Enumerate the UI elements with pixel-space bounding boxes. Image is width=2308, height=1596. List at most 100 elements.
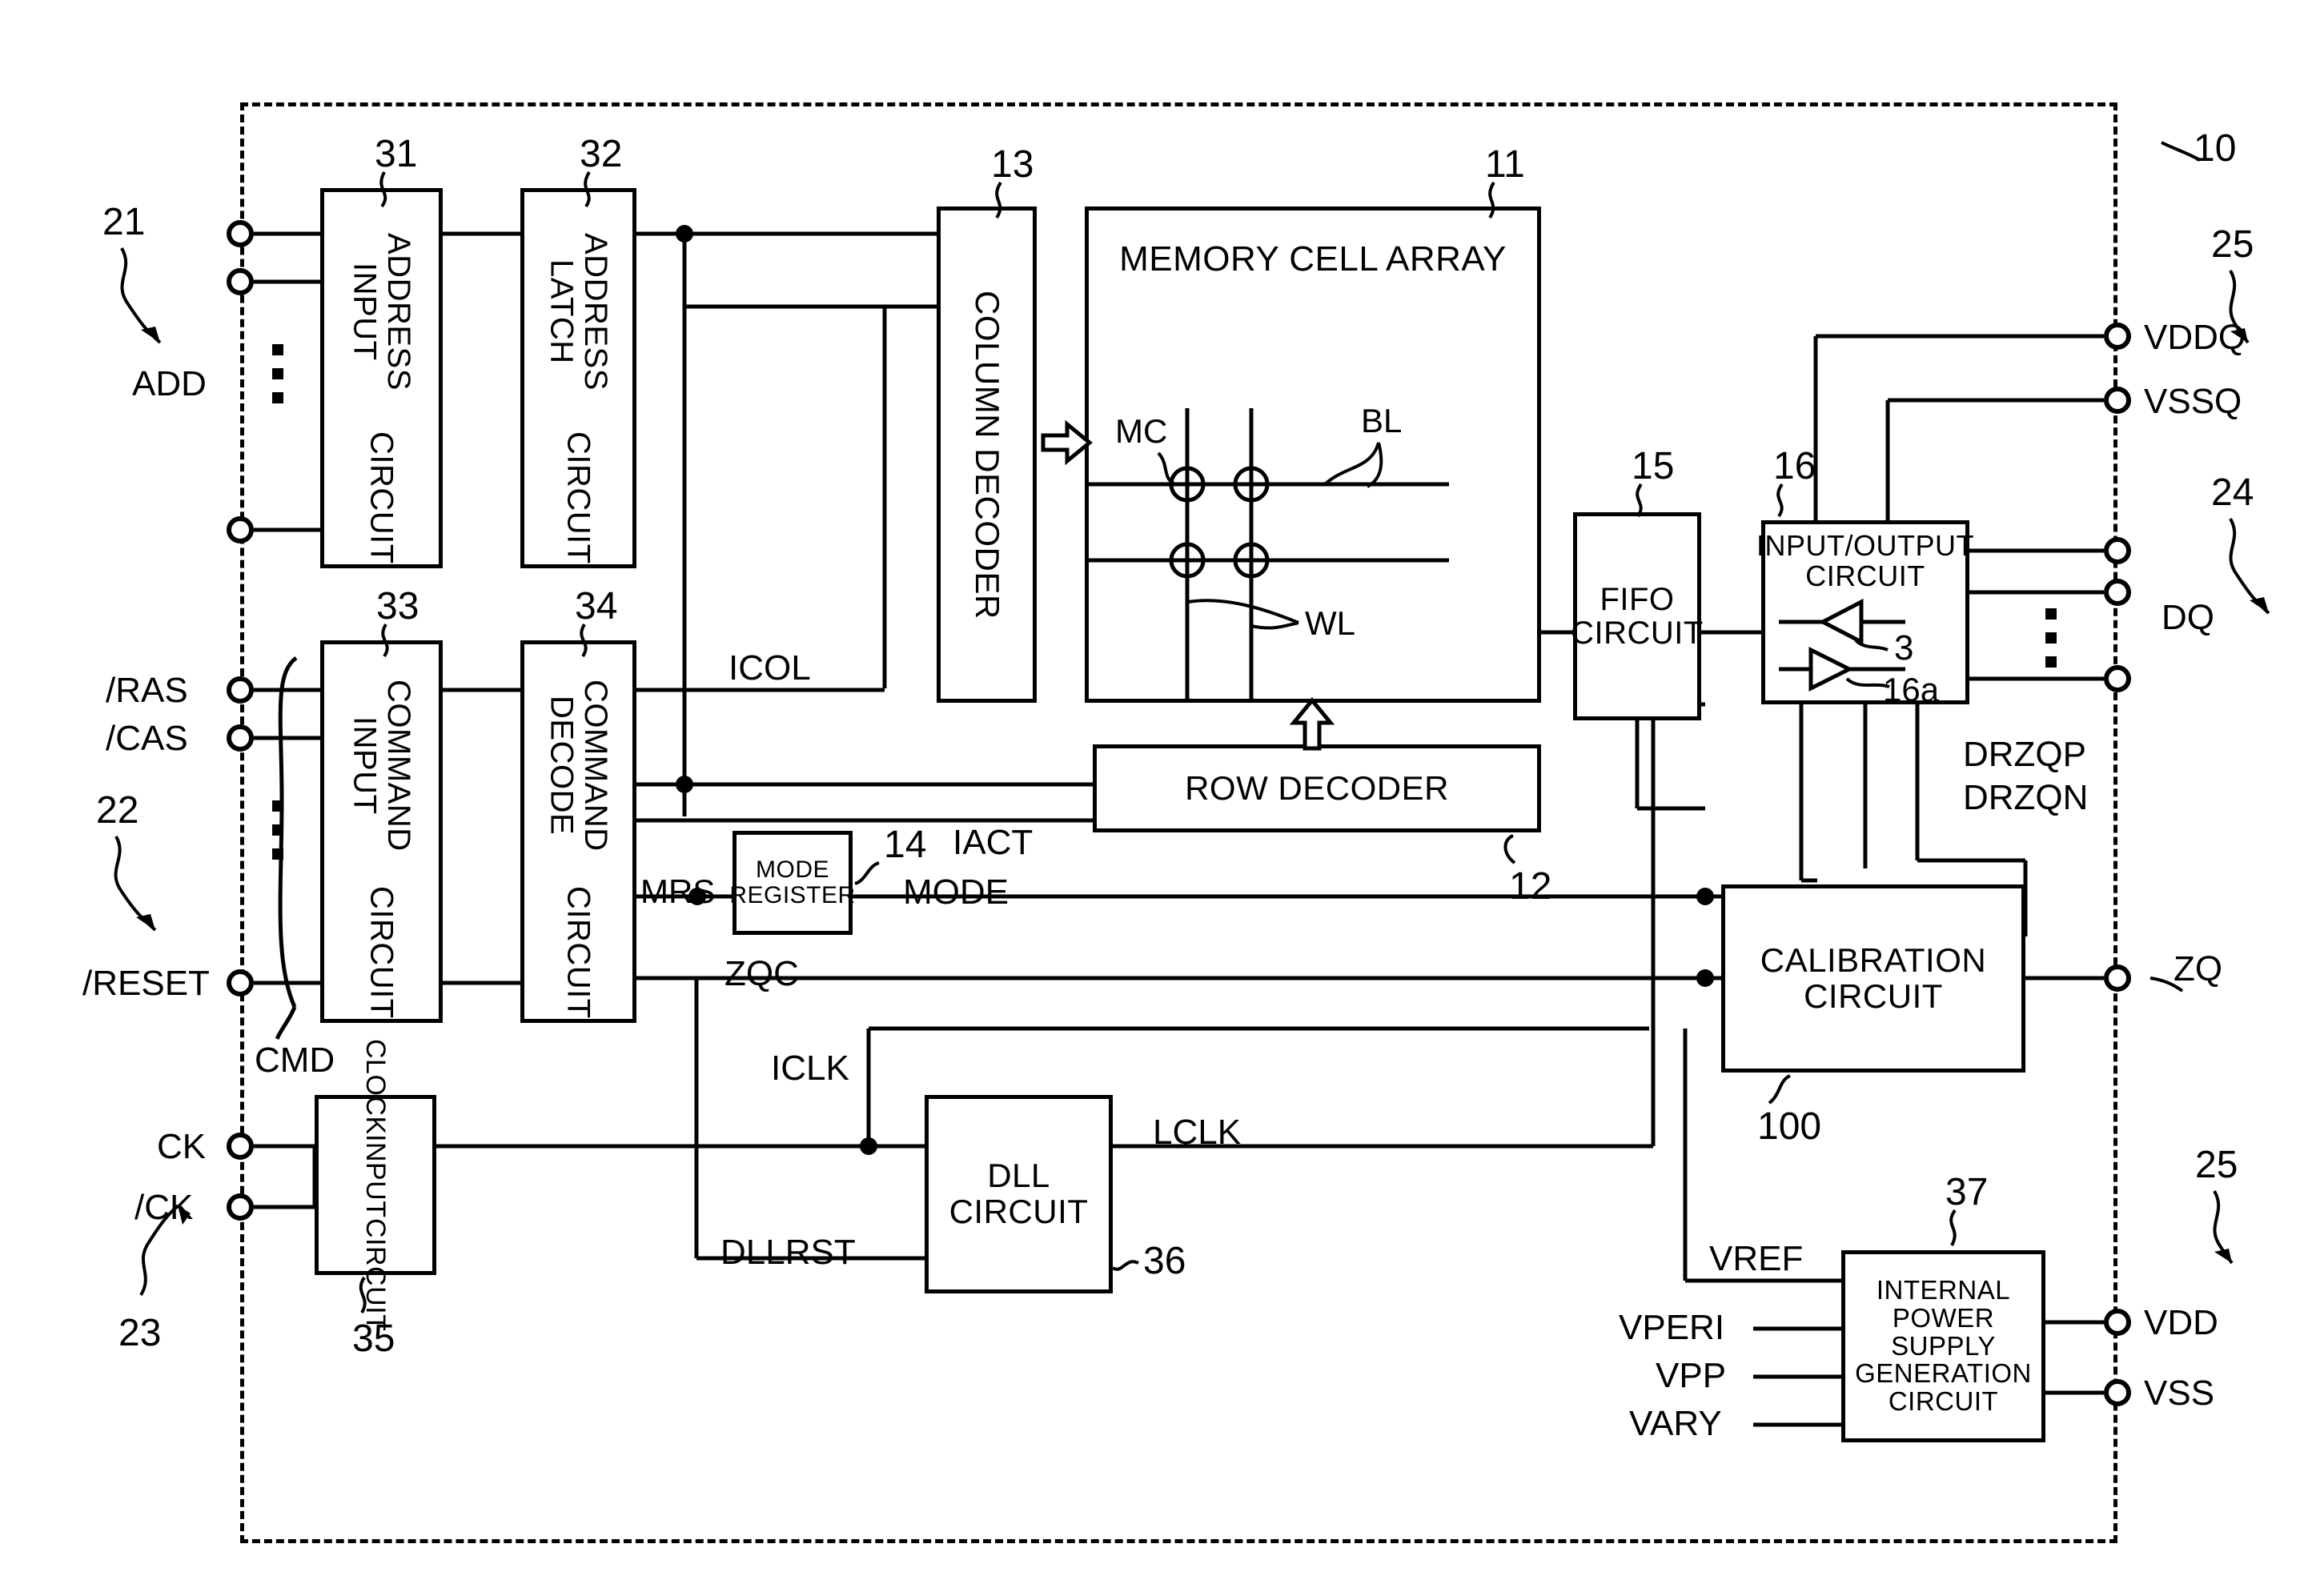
- pin-vss[interactable]: [2104, 1379, 2131, 1406]
- label-cas: /CAS: [106, 719, 188, 758]
- block-address-latch-circuit-label2: CIRCUIT: [560, 431, 596, 564]
- junction-address-bus: [676, 225, 693, 243]
- ref-15: 15: [1632, 445, 1675, 487]
- wordline-label: WL: [1305, 604, 1355, 642]
- block-mode-register-label2: REGISTER: [729, 882, 856, 908]
- arrowhead-22: [136, 914, 155, 930]
- pin-add-2[interactable]: [227, 268, 254, 295]
- ref-24: 24: [2211, 471, 2254, 514]
- block-calibration-circuit[interactable]: CALIBRATION CIRCUIT: [1721, 884, 2025, 1073]
- ref-31: 31: [375, 133, 418, 175]
- pin-ck[interactable]: [227, 1133, 254, 1160]
- block-command-input-circuit-label2: CIRCUIT: [363, 886, 399, 1019]
- junction-zqc-bus: [1696, 969, 1714, 987]
- power-line-1: INTERNAL: [1876, 1274, 2011, 1305]
- block-command-input-circuit-label: COMMAND INPUT: [347, 679, 416, 852]
- block-mode-register-label: MODE: [756, 856, 829, 884]
- label-vssq: VSSQ: [2144, 382, 2242, 421]
- leader-24: [2229, 518, 2270, 615]
- ellipsis-add-pins: [272, 344, 283, 416]
- pin-vddq[interactable]: [2104, 323, 2131, 350]
- ref-23: 23: [118, 1312, 162, 1354]
- junction-mode-bus: [1696, 888, 1714, 905]
- block-row-decoder-label: ROW DECODER: [1185, 768, 1449, 807]
- block-address-input-circuit-label: ADDRESS INPUT: [347, 233, 416, 391]
- ref-14: 14: [884, 824, 927, 866]
- block-mode-register[interactable]: MODE REGISTER: [729, 831, 855, 935]
- label-vperi: VPERI: [1619, 1308, 1725, 1347]
- pin-add-1[interactable]: [227, 220, 254, 247]
- leader-25-bottom: [2213, 1190, 2234, 1265]
- pin-dq-1[interactable]: [2104, 537, 2131, 564]
- power-line-4: GENERATION: [1855, 1358, 2032, 1389]
- block-command-input-circuit[interactable]: COMMAND INPUT CIRCUIT: [320, 640, 443, 1023]
- block-command-decode-circuit-label2: CIRCUIT: [560, 886, 596, 1019]
- label-dq: DQ: [2161, 598, 2214, 637]
- label-lclk: LCLK: [1153, 1113, 1242, 1152]
- ref-12: 12: [1509, 865, 1552, 908]
- arrowhead-24: [2250, 597, 2269, 613]
- pin-vssq[interactable]: [2104, 387, 2131, 414]
- ellipsis-dq-pins: [2045, 608, 2057, 680]
- ellipsis-cmd-pins: [272, 800, 283, 872]
- block-fifo-circuit[interactable]: FIFO CIRCUIT: [1571, 512, 1703, 720]
- ref-33: 33: [376, 585, 419, 628]
- label-cmd: CMD: [255, 1041, 335, 1080]
- label-vref: VREF: [1709, 1239, 1804, 1278]
- figure-canvas: ADDRESS INPUT CIRCUIT ADDRESS LATCH CIRC…: [0, 0, 2308, 1596]
- ref-13: 13: [991, 143, 1034, 186]
- block-input-output-circuit-label: INPUT/OUTPUT: [1756, 529, 1974, 562]
- leader-21: [120, 247, 162, 344]
- ref-36: 36: [1143, 1240, 1186, 1282]
- label-ckb: /CK: [134, 1188, 194, 1227]
- power-line-2: POWER: [1892, 1302, 1995, 1333]
- block-clock-input-circuit-label2: INPUT: [360, 1134, 391, 1218]
- leader-22: [114, 836, 157, 932]
- power-line-3: SUPPLY: [1891, 1330, 1996, 1361]
- block-input-output-circuit-label2: CIRCUIT: [1805, 559, 1925, 593]
- ref-22: 22: [96, 789, 139, 832]
- ref-21: 21: [102, 201, 146, 243]
- block-address-latch-circuit[interactable]: ADDRESS LATCH CIRCUIT: [520, 188, 636, 568]
- block-row-decoder[interactable]: ROW DECODER: [1093, 744, 1541, 832]
- pin-add-n[interactable]: [227, 516, 254, 543]
- label-ck: CK: [157, 1127, 207, 1166]
- label-vss: VSS: [2144, 1373, 2215, 1413]
- label-iact: IACT: [953, 823, 1034, 862]
- block-address-latch-circuit-label: ADDRESS LATCH: [544, 233, 613, 391]
- block-internal-power-supply-generation-circuit[interactable]: INTERNAL POWER SUPPLY GENERATION CIRCUIT: [1841, 1250, 2045, 1442]
- block-dll-circuit-label: DLL: [987, 1157, 1050, 1195]
- label-zqc: ZQC: [725, 954, 799, 993]
- pin-reset[interactable]: [227, 969, 254, 996]
- ref-32: 32: [580, 133, 623, 175]
- bitline-label: BL: [1361, 402, 1403, 439]
- block-column-decoder[interactable]: COLUMN DECODER: [937, 207, 1037, 703]
- ref-25-top: 25: [2211, 223, 2254, 266]
- block-address-input-circuit-label2: CIRCUIT: [363, 431, 399, 564]
- ref-11: 11: [1485, 143, 1525, 186]
- pin-cas[interactable]: [227, 724, 254, 752]
- block-clock-input-circuit[interactable]: CLOCK INPUT CIRCUIT: [315, 1039, 436, 1331]
- ref-35: 35: [352, 1317, 395, 1360]
- label-vary: VARY: [1629, 1404, 1722, 1443]
- pin-ras[interactable]: [227, 676, 254, 704]
- pin-dq-n[interactable]: [2104, 665, 2131, 692]
- label-reset: /RESET: [82, 964, 210, 1003]
- driver-ref-label: 16a: [1883, 671, 1940, 708]
- block-clock-input-circuit-label: CLOCK: [360, 1038, 391, 1135]
- power-line-5: CIRCUIT: [1888, 1386, 1999, 1417]
- pin-ckb[interactable]: [227, 1193, 254, 1221]
- arrowhead-25-bottom: [2214, 1249, 2232, 1263]
- arrowhead-21: [141, 327, 160, 343]
- block-dll-circuit[interactable]: DLL CIRCUIT: [925, 1095, 1113, 1293]
- pin-vdd[interactable]: [2104, 1309, 2131, 1336]
- pin-zq[interactable]: [2104, 964, 2131, 992]
- pin-dq-2[interactable]: [2104, 579, 2131, 606]
- junction-command-bus: [676, 776, 693, 793]
- label-drzqp: DRZQP: [1963, 735, 2086, 774]
- block-address-input-circuit[interactable]: ADDRESS INPUT CIRCUIT: [320, 188, 443, 568]
- ref-16: 16: [1773, 445, 1816, 487]
- block-dll-circuit-label2: CIRCUIT: [949, 1193, 1089, 1230]
- block-command-decode-circuit[interactable]: COMMAND DECODE CIRCUIT: [520, 640, 636, 1023]
- block-fifo-circuit-label: FIFO: [1600, 581, 1675, 617]
